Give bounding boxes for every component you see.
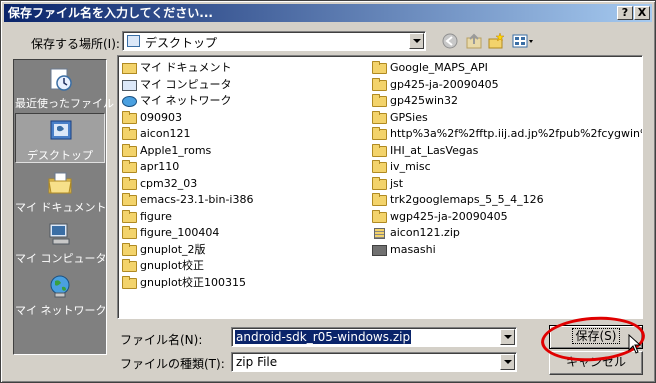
list-item[interactable]: Google_MAPS_API: [370, 60, 640, 77]
place-label: マイ ネットワーク: [15, 304, 107, 317]
title-bar[interactable]: 保存ファイル名を入力してください...: [4, 4, 652, 22]
folder-icon: [372, 193, 387, 206]
folder-icon: [122, 193, 137, 206]
place-label: マイ ドキュメント: [15, 201, 107, 214]
close-button[interactable]: X: [634, 6, 650, 20]
list-item[interactable]: emacs-23.1-bin-i386: [120, 192, 365, 209]
list-item[interactable]: figure: [120, 209, 365, 226]
list-item[interactable]: apr110: [120, 159, 365, 176]
list-item[interactable]: マイ コンピュータ: [120, 77, 365, 94]
folder-icon: [372, 61, 387, 74]
view-menu-icon[interactable]: [511, 32, 535, 50]
place-label: マイ コンピュータ: [15, 252, 107, 265]
folder-icon: [372, 94, 387, 107]
folder-icon: [122, 209, 137, 223]
zip-file-icon: [374, 228, 385, 239]
up-folder-icon[interactable]: [465, 32, 483, 50]
folder-icon: [372, 176, 387, 190]
new-folder-icon[interactable]: [487, 32, 505, 50]
folder-icon: [122, 127, 137, 140]
folder-icon: [372, 127, 387, 140]
filename-dropdown-button[interactable]: [500, 329, 515, 345]
folder-icon: [122, 242, 137, 256]
window-title: 保存ファイル名を入力してください...: [8, 6, 213, 20]
list-item[interactable]: trk2googlemaps_5_5_4_126: [370, 192, 640, 209]
list-item[interactable]: gnuplot_2版: [120, 242, 365, 259]
folder-icon: [122, 176, 137, 190]
my-documents-icon: [122, 63, 137, 74]
list-item[interactable]: cpm32_03: [120, 176, 365, 193]
list-item[interactable]: figure_100404: [120, 225, 365, 242]
shortcut-icon: [372, 244, 387, 256]
folder-icon: [372, 209, 387, 223]
folder-icon: [122, 160, 137, 173]
location-label: 保存する場所(I):: [31, 37, 120, 51]
list-item[interactable]: 090903: [120, 110, 365, 127]
filetype-select[interactable]: zip File: [231, 352, 517, 372]
folder-icon: [122, 110, 137, 124]
places-bar: 最近使ったファイル デスクトップ マイ ドキュメント マイ コンピュータ マイ …: [13, 59, 114, 355]
save-dialog: 保存ファイル名を入力してください... ? X 保存する場所(I): デスクトッ…: [0, 0, 656, 383]
place-my-documents[interactable]: マイ ドキュメント: [15, 166, 107, 216]
list-item[interactable]: aicon121: [120, 126, 365, 143]
filetype-label: ファイルの種類(T):: [120, 357, 225, 371]
recent-icon: [50, 68, 72, 91]
my-computer-icon: [49, 223, 70, 245]
list-item[interactable]: gnuplot校正: [120, 258, 365, 275]
back-icon[interactable]: [441, 32, 459, 50]
folder-icon: [372, 143, 387, 157]
help-button[interactable]: ?: [617, 6, 633, 20]
place-label: 最近使ったファイル: [15, 97, 114, 110]
place-my-computer[interactable]: マイ コンピュータ: [15, 217, 107, 267]
list-item[interactable]: Apple1_roms: [120, 143, 365, 160]
filename-label: ファイル名(N):: [120, 333, 203, 347]
list-item[interactable]: aicon121.zip: [370, 225, 640, 242]
my-network-icon: [50, 275, 70, 298]
desktop-icon: [50, 120, 72, 140]
list-item[interactable]: マイ ネットワーク: [120, 93, 365, 110]
file-column-1: マイ ドキュメント マイ コンピュータ マイ ネットワーク 090903 aic…: [120, 60, 365, 291]
list-item[interactable]: gnuplot校正100315: [120, 275, 365, 292]
filetype-value: zip File: [236, 355, 278, 369]
file-list[interactable]: マイ ドキュメント マイ コンピュータ マイ ネットワーク 090903 aic…: [117, 55, 643, 319]
list-item[interactable]: GPSies: [370, 110, 640, 127]
filename-input[interactable]: android-sdk_r05-windows.zip: [231, 327, 517, 347]
list-item[interactable]: gp425-ja-20090405: [370, 77, 640, 94]
place-desktop[interactable]: デスクトップ: [15, 113, 105, 163]
list-item[interactable]: masashi: [370, 242, 640, 259]
folder-icon: [122, 226, 137, 239]
list-item[interactable]: iv_misc: [370, 159, 640, 176]
list-item[interactable]: IHI_at_LasVegas: [370, 143, 640, 160]
location-value: デスクトップ: [145, 36, 218, 50]
folder-icon: [372, 110, 387, 124]
folder-icon: [122, 259, 137, 272]
folder-icon: [122, 143, 137, 157]
filetype-dropdown-button[interactable]: [500, 354, 515, 370]
place-my-network[interactable]: マイ ネットワーク: [15, 269, 107, 319]
list-item[interactable]: マイ ドキュメント: [120, 60, 365, 77]
list-item[interactable]: wgp425-ja-20090405: [370, 209, 640, 226]
folder-icon: [122, 275, 137, 289]
folder-icon: [372, 77, 387, 91]
my-computer-icon: [122, 79, 137, 91]
my-network-icon: [122, 96, 137, 107]
file-column-2: Google_MAPS_API gp425-ja-20090405 gp425w…: [370, 60, 642, 259]
filename-value: android-sdk_r05-windows.zip: [233, 329, 413, 345]
my-documents-icon: [48, 172, 72, 194]
folder-icon: [372, 160, 387, 173]
mouse-cursor-icon: [628, 334, 642, 354]
list-item[interactable]: gp425win32: [370, 93, 640, 110]
list-item[interactable]: http%3a%2f%2fftp.iij.ad.jp%2fpub%2fcygwi…: [370, 126, 642, 143]
place-recent[interactable]: 最近使ったファイル: [15, 62, 114, 112]
desktop-icon: [127, 35, 140, 47]
location-combo[interactable]: デスクトップ: [122, 31, 426, 51]
place-label: デスクトップ: [27, 149, 93, 162]
location-dropdown-button[interactable]: [409, 33, 424, 49]
list-item[interactable]: jst: [370, 176, 640, 193]
